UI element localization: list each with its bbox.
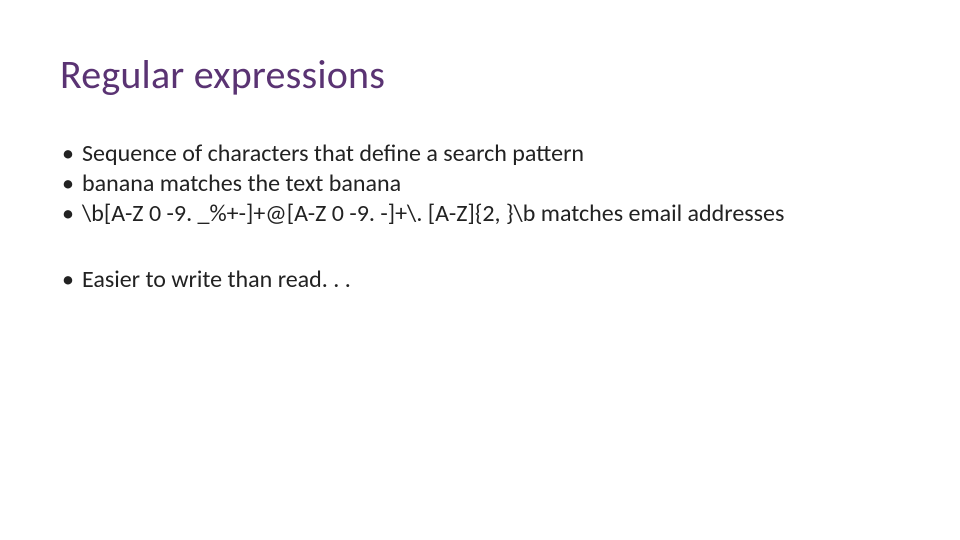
bullet-item: banana matches the text banana bbox=[60, 169, 900, 199]
bullet-item: Sequence of characters that define a sea… bbox=[60, 139, 900, 169]
slide-body: Sequence of characters that define a sea… bbox=[60, 139, 900, 295]
bullet-list-1: Sequence of characters that define a sea… bbox=[60, 139, 900, 229]
bullet-item: Easier to write than read. . . bbox=[60, 265, 900, 295]
slide-title: Regular expressions bbox=[60, 50, 900, 99]
bullet-list-2: Easier to write than read. . . bbox=[60, 265, 900, 295]
slide: Regular expressions Sequence of characte… bbox=[0, 0, 960, 540]
bullet-item: \b[A-Z 0 -9. _%+-]+@[A-Z 0 -9. -]+\. [A-… bbox=[60, 199, 900, 229]
spacer bbox=[60, 229, 900, 265]
